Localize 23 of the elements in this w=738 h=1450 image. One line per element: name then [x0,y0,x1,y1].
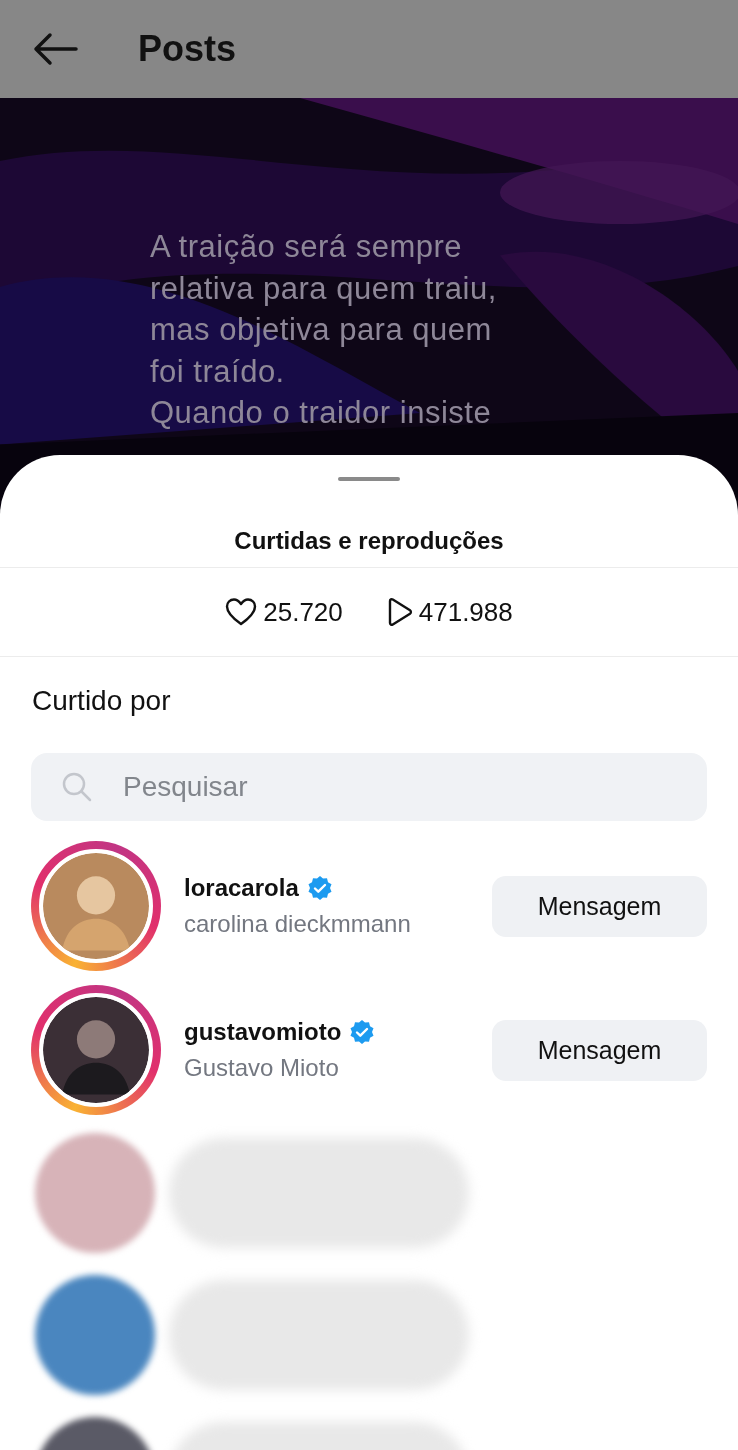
sheet-title: Curtidas e reproduções [233,527,505,556]
likes-count: 25.720 [263,596,343,628]
quote-line: mas objetiva para quem [150,311,493,349]
full-name: carolina dieckmmann [184,910,412,938]
quote-line: Quando o traidor insiste [150,394,493,432]
avatar-silhouette-icon [39,849,153,963]
message-button[interactable]: Mensagem [492,1019,707,1081]
section-title: Curtido por [31,684,172,718]
quote-line: A traição será sempre [150,228,464,266]
play-icon [386,597,413,627]
full-name: Gustavo Mioto [184,1054,340,1082]
quote-line: relativa para quem traiu, [150,269,497,308]
username[interactable]: loracarola [184,874,299,902]
message-button[interactable]: Mensagem [492,875,707,937]
back-arrow-icon[interactable] [32,32,78,66]
username[interactable]: gustavomioto [184,1018,342,1046]
page-title: Posts [138,28,237,70]
search-icon [61,771,93,803]
plays-count: 471.988 [418,596,513,628]
avatar-silhouette-icon [39,993,153,1107]
quote-line: foi traído. [150,352,286,391]
heart-icon [225,597,258,627]
search-field[interactable]: Pesquisar [31,753,707,821]
